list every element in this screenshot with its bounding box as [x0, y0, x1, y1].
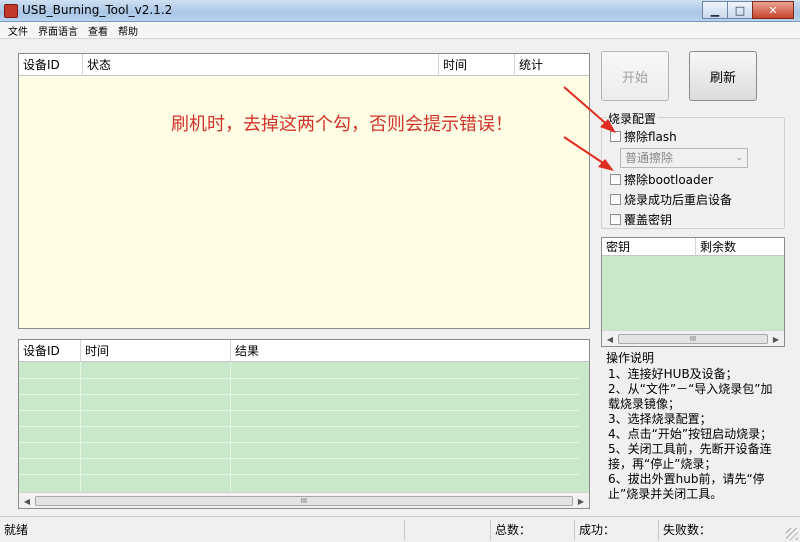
close-button[interactable]: ✕: [752, 1, 794, 19]
menu-language[interactable]: 界面语言: [38, 23, 78, 38]
device-table[interactable]: 设备ID 状态 时间 统计 刷机时，去掉这两个勾，否则会提示错误！: [18, 53, 590, 329]
col-result-time[interactable]: 时间: [81, 340, 231, 362]
erase-bootloader-option[interactable]: 擦除bootloader: [610, 171, 713, 188]
result-hscrollbar[interactable]: ◀ III ▶: [19, 492, 589, 508]
grid-line: [19, 426, 579, 427]
minimize-button[interactable]: ▁: [702, 1, 728, 19]
annotation-note: 刷机时，去掉这两个勾，否则会提示错误！: [171, 114, 513, 135]
grid-line: [19, 378, 579, 379]
grid-line: [19, 474, 579, 475]
erase-mode-select[interactable]: 普通擦除 ⌄: [620, 148, 748, 168]
scroll-right-icon[interactable]: ▶: [573, 493, 589, 509]
burn-config-group: 烧录配置 擦除flash 普通擦除 ⌄ 擦除bootloader 烧录成功后重启…: [601, 110, 785, 229]
instructions-text: 1、连接好HUB及设备； 2、从“文件”－“导入烧录包”加载烧录镜像； 3、选择…: [608, 367, 773, 501]
col-result[interactable]: 结果: [231, 340, 591, 362]
key-table-header: 密钥 剩余数: [602, 238, 784, 256]
overwrite-key-label: 覆盖密钥: [624, 213, 673, 227]
grid-line: [19, 442, 579, 443]
reboot-after-label: 烧录成功后重启设备: [624, 193, 733, 207]
instructions-panel: 操作说明 1、连接好HUB及设备； 2、从“文件”－“导入烧录包”加载烧录镜像；…: [602, 349, 784, 509]
col-time[interactable]: 时间: [439, 54, 515, 76]
menu-file[interactable]: 文件: [8, 23, 28, 38]
scroll-left-icon[interactable]: ◀: [602, 331, 618, 347]
col-remaining[interactable]: 剩余数: [696, 238, 786, 256]
status-total: 总数：: [490, 520, 570, 540]
resize-grip-icon[interactable]: [786, 528, 798, 540]
col-result-device-id[interactable]: 设备ID: [19, 340, 81, 362]
overwrite-key-checkbox[interactable]: [610, 214, 621, 225]
col-stats[interactable]: 统计: [515, 54, 591, 76]
maximize-button[interactable]: □: [727, 1, 753, 19]
status-failed: 失败数：: [658, 520, 784, 540]
result-table-header: 设备ID 时间 结果: [19, 340, 589, 362]
scroll-right-icon[interactable]: ▶: [768, 331, 784, 347]
overwrite-key-option[interactable]: 覆盖密钥: [610, 211, 672, 228]
grid-line: [19, 410, 579, 411]
erase-mode-value: 普通擦除: [625, 151, 674, 165]
status-ready: 就绪: [4, 523, 29, 537]
grid-line: [80, 362, 81, 492]
menu-bar: 文件 界面语言 查看 帮助: [0, 22, 800, 38]
status-success: 成功：: [574, 520, 654, 540]
grid-line: [19, 394, 579, 395]
title-bar: USB_Burning_Tool_v2.1.2 ▁ □ ✕: [0, 0, 800, 22]
scroll-thumb[interactable]: III: [618, 334, 768, 344]
key-table[interactable]: 密钥 剩余数 ◀ III ▶: [601, 237, 785, 347]
device-table-header: 设备ID 状态 时间 统计: [19, 54, 589, 76]
client-area: 设备ID 状态 时间 统计 刷机时，去掉这两个勾，否则会提示错误！ 设备ID 时…: [0, 38, 800, 516]
window-controls: ▁ □ ✕: [702, 1, 794, 19]
grid-line: [230, 362, 231, 492]
start-button[interactable]: 开始: [601, 51, 669, 101]
status-blank: [404, 520, 488, 540]
menu-view[interactable]: 查看: [88, 23, 108, 38]
erase-flash-label: 擦除flash: [624, 130, 677, 144]
col-device-id[interactable]: 设备ID: [19, 54, 83, 76]
col-key[interactable]: 密钥: [602, 238, 696, 256]
erase-flash-option[interactable]: 擦除flash: [610, 128, 677, 145]
reboot-after-option[interactable]: 烧录成功后重启设备: [610, 191, 732, 208]
key-hscrollbar[interactable]: ◀ III ▶: [602, 330, 784, 346]
erase-flash-checkbox[interactable]: [610, 131, 621, 142]
scroll-thumb[interactable]: III: [35, 496, 573, 506]
menu-help[interactable]: 帮助: [118, 23, 138, 38]
col-status[interactable]: 状态: [83, 54, 439, 76]
refresh-button[interactable]: 刷新: [689, 51, 757, 101]
app-icon: [4, 4, 18, 18]
grid-line: [19, 458, 579, 459]
reboot-after-checkbox[interactable]: [610, 194, 621, 205]
result-table[interactable]: 设备ID 时间 结果 ◀ III ▶: [18, 339, 590, 509]
burn-config-title: 烧录配置: [606, 110, 659, 127]
status-bar: 就绪 总数： 成功： 失败数：: [0, 516, 800, 542]
chevron-down-icon: ⌄: [735, 153, 743, 163]
erase-bootloader-checkbox[interactable]: [610, 174, 621, 185]
window-title: USB_Burning_Tool_v2.1.2: [22, 3, 173, 17]
erase-bootloader-label: 擦除bootloader: [624, 173, 713, 187]
scroll-left-icon[interactable]: ◀: [19, 493, 35, 509]
instructions-title: 操作说明: [606, 351, 655, 365]
